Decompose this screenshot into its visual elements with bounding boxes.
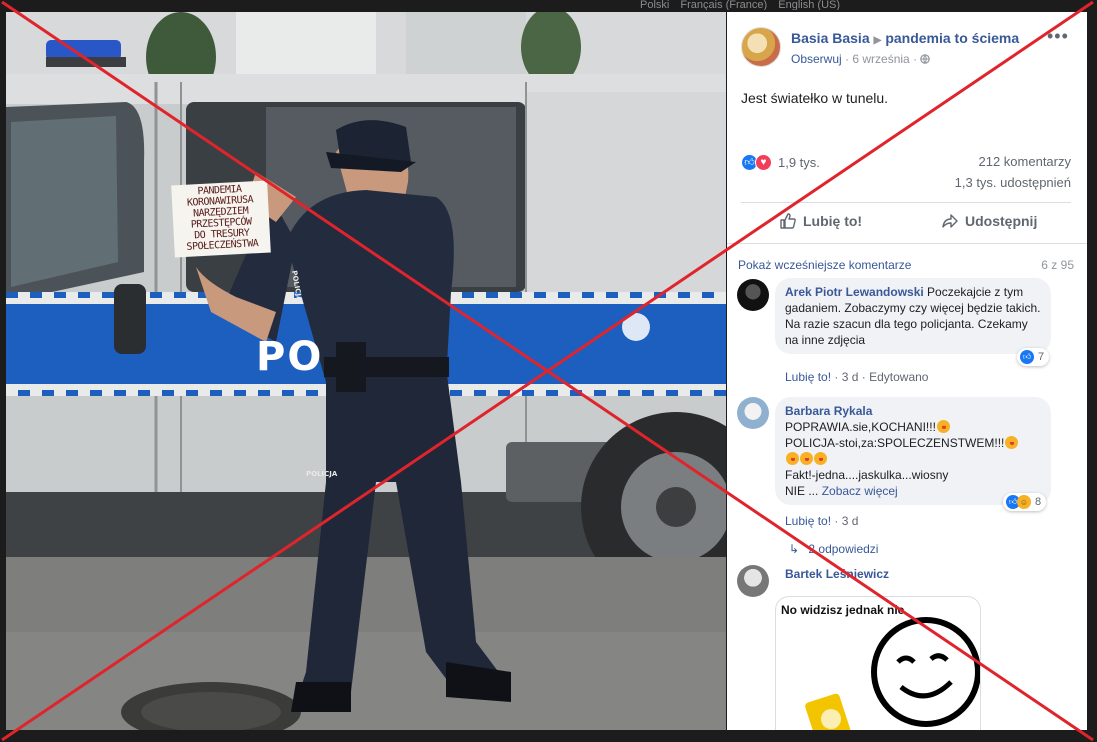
language-bar: Polski Français (France) English (US) — [640, 0, 940, 10]
comment-reactions[interactable]: 👍︎ ☺ 8 — [1003, 493, 1047, 511]
reaction-count: 1,9 tys. — [778, 154, 820, 170]
screenshot-frame: Polski Français (France) English (US) PA… — [0, 0, 1097, 742]
smirk-emoji-icon — [1005, 436, 1019, 449]
comment-reactions[interactable]: 👍︎ 7 — [1017, 348, 1050, 366]
comment-like-link[interactable]: Lubię to! — [785, 514, 831, 528]
dot-separator: · — [834, 370, 842, 384]
smirk-emoji-icon — [936, 420, 950, 433]
edited-label: Edytowano — [869, 370, 929, 384]
replies-count: 2 odpowiedzi — [808, 542, 879, 556]
group-name[interactable]: pandemia to ściema — [885, 30, 1019, 46]
haha-reaction-icon: ☺ — [1017, 495, 1031, 509]
commenter-avatar[interactable] — [737, 279, 769, 311]
comment-time[interactable]: 3 d — [842, 370, 859, 384]
comment-text: POLICJA-stoi,za:SPOLECZENSTWEM!!! — [785, 436, 1005, 450]
reaction-summary[interactable]: 👍︎ ♥ 1,9 tys. — [741, 153, 820, 171]
comment-image[interactable]: No widzisz jednak nie — [775, 596, 981, 730]
comments-section: Pokaż wcześniejsze komentarze 6 z 95 Are… — [727, 245, 1087, 730]
smirk-emoji-icon — [814, 452, 827, 465]
post-header-title: Basia Basia ▶ pandemia to ściema — [791, 30, 1019, 46]
see-more-link[interactable]: Zobacz więcej — [822, 484, 898, 498]
comment-time[interactable]: 3 d — [842, 514, 859, 528]
comment-meta: Lubię to! · 3 d — [785, 514, 858, 528]
share-button[interactable]: Udostępnij — [941, 212, 1037, 230]
comment-bubble: Barbara Rykala POPRAWIA.sie,KOCHANI!!! P… — [775, 397, 1051, 505]
comment-reaction-count: 7 — [1038, 351, 1045, 363]
commenter-name[interactable]: Barbara Rykala — [785, 403, 1041, 419]
author-avatar[interactable] — [741, 27, 781, 67]
share-arrow-icon — [942, 214, 958, 228]
comments-pager: 6 z 95 — [1041, 258, 1074, 272]
protest-sign: PANDEMIA KORONAWIRUSA NARZĘDZIEM PRZESTĘ… — [171, 180, 271, 258]
post-text: Jest światełko w tunelu. — [741, 90, 889, 106]
like-button-label: Lubię to! — [803, 213, 863, 229]
smirk-emoji-icon — [800, 452, 813, 465]
smirk-emoji-icon — [786, 452, 799, 465]
van-lettering: PO — [256, 334, 324, 380]
follow-link[interactable]: Obserwuj — [791, 52, 842, 66]
share-button-label: Udostępnij — [965, 213, 1038, 229]
language-link[interactable]: English (US) — [778, 0, 840, 10]
shares-count[interactable]: 1,3 tys. udostępnień — [955, 175, 1071, 190]
comment-text: NIE ... — [785, 484, 819, 498]
comment-like-link[interactable]: Lubię to! — [785, 370, 831, 384]
commenter-avatar[interactable] — [737, 397, 769, 429]
post-meta: Obserwuj · 6 września · — [791, 52, 931, 66]
photo-scene — [6, 12, 726, 730]
comment-meta: Lubię to! · 3 d · Edytowano — [785, 370, 928, 384]
post-photo[interactable]: PANDEMIA KORONAWIRUSA NARZĘDZIEM PRZESTĘ… — [6, 12, 726, 730]
view-replies-link[interactable]: ↳ 2 odpowiedzi — [789, 542, 878, 556]
love-reaction-icon: ♥ — [755, 153, 772, 171]
previous-comments-link[interactable]: Pokaż wcześniejsze komentarze — [738, 258, 911, 272]
post-date[interactable]: 6 września — [852, 52, 909, 66]
commenter-name[interactable]: Arek Piotr Lewandowski — [785, 285, 924, 299]
meme-drawing — [805, 617, 980, 730]
comments-count[interactable]: 212 komentarzy — [979, 154, 1072, 169]
language-link[interactable]: Français (France) — [680, 0, 767, 10]
comment-bubble: Arek Piotr Lewandowski Poczekajcie z tym… — [775, 278, 1051, 354]
comment-reaction-count: 8 — [1035, 496, 1042, 508]
caret-right-icon: ▶ — [873, 35, 882, 46]
divider — [727, 243, 1087, 244]
pocket-badge: POLICJA — [306, 470, 338, 478]
divider — [741, 202, 1071, 203]
thumbs-up-icon — [780, 213, 796, 229]
commenter-name[interactable]: Bartek Leśniewicz — [785, 567, 889, 581]
globe-icon — [920, 52, 931, 66]
ellipsis-icon[interactable]: ••• — [1047, 26, 1069, 47]
author-name[interactable]: Basia Basia — [791, 30, 870, 46]
like-button[interactable]: Lubię to! — [779, 212, 862, 230]
post-panel: Basia Basia ▶ pandemia to ściema Obserwuj … — [727, 12, 1087, 730]
dot-separator: · — [861, 370, 870, 384]
language-link[interactable]: Polski — [640, 0, 669, 10]
like-reaction-icon: 👍︎ — [1020, 350, 1034, 364]
commenter-avatar[interactable] — [737, 565, 769, 597]
comment-text: Fakt!-jedna....jaskulka...wiosny — [785, 468, 949, 482]
dot-separator: · — [834, 514, 842, 528]
comment-text: POPRAWIA.sie,KOCHANI!!! — [785, 420, 936, 434]
reply-arrow-icon: ↳ — [789, 542, 800, 556]
